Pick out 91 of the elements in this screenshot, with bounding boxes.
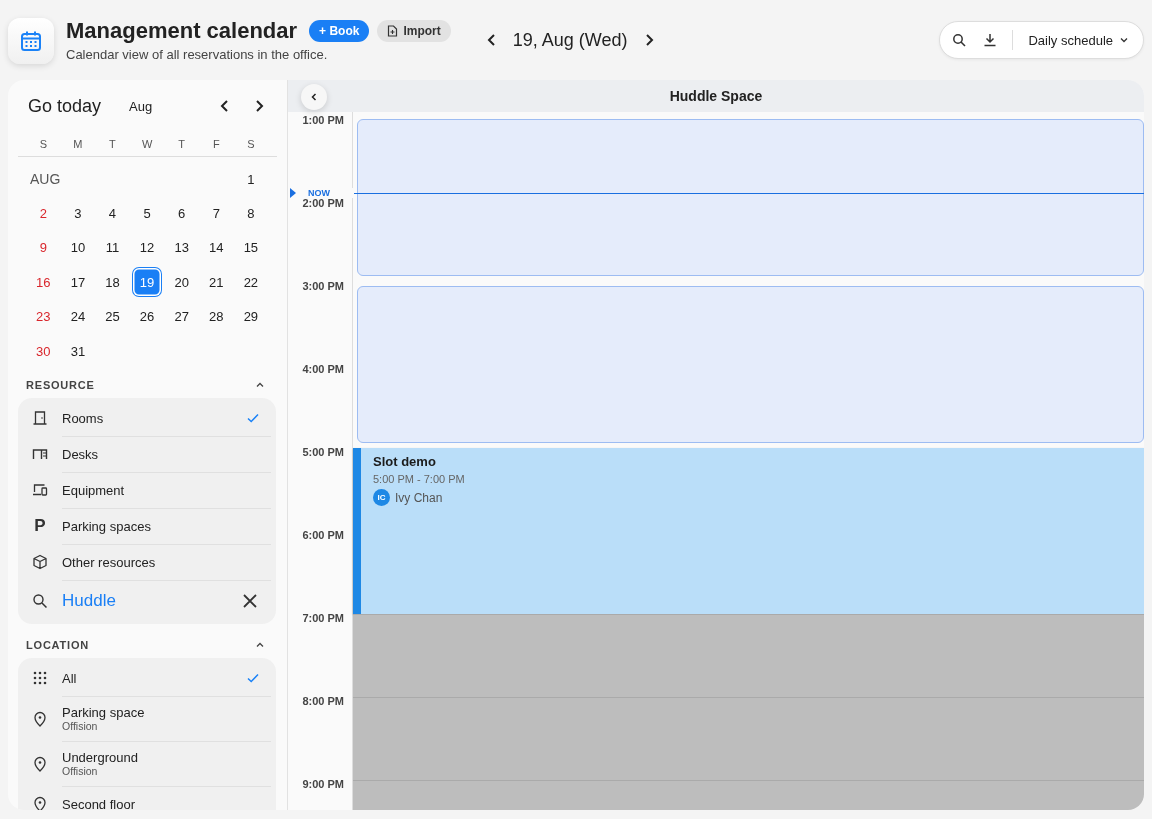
weekday-label: T — [108, 138, 117, 150]
location-pin-icon — [32, 710, 48, 727]
hour-label: 7:00 PM — [302, 612, 344, 624]
weekday-label: S — [246, 138, 256, 150]
booking-time: 5:00 PM - 7:00 PM — [373, 473, 466, 485]
door-icon — [32, 410, 48, 427]
weekday-label: W — [140, 138, 154, 150]
weekday-label: F — [211, 138, 221, 150]
calendar-day[interactable]: 24 — [63, 302, 92, 331]
filter-item[interactable]: Other resources — [18, 544, 276, 581]
calendar-day[interactable]: 8 — [236, 199, 265, 228]
calendar-day[interactable]: 10 — [63, 233, 92, 262]
cube-icon — [32, 554, 48, 571]
hour-label: 6:00 PM — [302, 529, 344, 541]
now-label: NOW — [308, 188, 354, 198]
chevron-down-icon — [1119, 35, 1129, 45]
grid-dots-icon — [33, 671, 47, 686]
hour-label: 3:00 PM — [302, 280, 344, 292]
search-icon — [32, 593, 48, 610]
calendar-day[interactable]: 5 — [133, 199, 162, 228]
calendar-day[interactable]: 9 — [29, 233, 58, 262]
calendar-day[interactable]: 15 — [236, 233, 265, 262]
calendar-app-icon — [8, 18, 54, 64]
calendar-day[interactable]: 3 — [63, 199, 92, 228]
calendar-day[interactable]: 6 — [167, 199, 196, 228]
calendar-day[interactable]: 25 — [98, 302, 127, 331]
weekday-label: T — [177, 138, 187, 150]
filter-item[interactable]: Second floor — [18, 786, 276, 810]
calendar-day[interactable]: 29 — [236, 302, 265, 331]
now-marker-icon — [290, 188, 296, 198]
calendar-day[interactable]: 16 — [29, 268, 58, 297]
calendar-day[interactable]: 19 — [133, 268, 162, 297]
calendar-day[interactable]: 21 — [202, 268, 231, 297]
calendar-day[interactable]: 12 — [133, 233, 162, 262]
calendar-day[interactable]: 17 — [63, 268, 92, 297]
hour-label: 1:00 PM — [302, 114, 344, 126]
filter-item[interactable]: Equipment — [18, 472, 276, 509]
filter-item[interactable]: Rooms — [18, 400, 276, 437]
filter-item[interactable]: Parking space Offision — [18, 696, 276, 742]
calendar-day[interactable]: 27 — [167, 302, 196, 331]
go-today-button[interactable]: Go today — [28, 95, 102, 117]
chevron-left-icon — [309, 92, 319, 102]
calendar-day[interactable]: 31 — [63, 337, 92, 366]
booking-person: Ivy Chan — [395, 490, 443, 505]
page-subtitle: Calendar view of all reservations in the office. — [66, 47, 329, 62]
hour-label: 2:00 PM — [302, 197, 344, 209]
calendar-day[interactable]: 13 — [167, 233, 196, 262]
weekday-label: S — [38, 138, 48, 150]
calendar-day[interactable]: 7 — [202, 199, 231, 228]
devices-icon — [32, 482, 48, 499]
calendar-day[interactable]: 4 — [98, 199, 127, 228]
book-button[interactable]: + Book — [309, 20, 370, 42]
calendar-day[interactable]: 1 — [236, 165, 265, 194]
booking-title: Slot demo — [373, 454, 437, 469]
hour-label: 4:00 PM — [302, 363, 344, 375]
hour-label: 8:00 PM — [302, 695, 344, 707]
hour-label: 9:00 PM — [302, 778, 344, 790]
calendar-day[interactable]: 23 — [29, 302, 58, 331]
calendar-day[interactable]: 20 — [167, 268, 196, 297]
download-icon[interactable] — [983, 33, 998, 47]
calendar-day[interactable]: 30 — [29, 337, 58, 366]
resource-header: Huddle Space — [288, 80, 1144, 112]
close-icon[interactable] — [242, 593, 258, 610]
search-icon[interactable] — [952, 33, 967, 47]
calendar-day[interactable]: 26 — [133, 302, 162, 331]
filter-item[interactable]: P Parking spaces — [18, 508, 276, 545]
calendar-day[interactable]: 11 — [98, 233, 127, 262]
hour-label: 5:00 PM — [302, 446, 344, 458]
avatar: IC — [373, 489, 390, 506]
location-pin-icon — [32, 796, 48, 810]
calendar-day[interactable]: 2 — [29, 199, 58, 228]
filter-item[interactable]: Underground Offision — [18, 741, 276, 787]
import-button[interactable]: Import — [377, 20, 451, 42]
month-label: Aug — [129, 98, 153, 114]
calendar-day[interactable]: 14 — [202, 233, 231, 262]
calendar-day[interactable]: 18 — [98, 268, 127, 297]
view-dropdown[interactable]: Daily schedule — [1028, 32, 1129, 48]
calendar-day[interactable]: 28 — [202, 302, 231, 331]
location-pin-icon — [32, 755, 48, 772]
section-heading: LOCATION — [26, 639, 90, 652]
month-name: AUG — [29, 171, 62, 188]
current-date: 19, Aug (Wed) — [512, 29, 628, 51]
file-plus-icon — [387, 25, 399, 37]
booking-card[interactable]: Slot demo 5:00 PM - 7:00 PM IC Ivy Chan — [353, 448, 1144, 614]
section-heading: RESOURCE — [26, 379, 95, 392]
weekday-label: M — [72, 138, 84, 150]
page-title: Management calendar — [66, 18, 298, 44]
filter-item[interactable]: All — [18, 660, 276, 697]
calendar-day[interactable]: 22 — [236, 268, 265, 297]
filter-item[interactable]: Desks — [18, 436, 276, 473]
parking-icon: P — [34, 518, 46, 535]
